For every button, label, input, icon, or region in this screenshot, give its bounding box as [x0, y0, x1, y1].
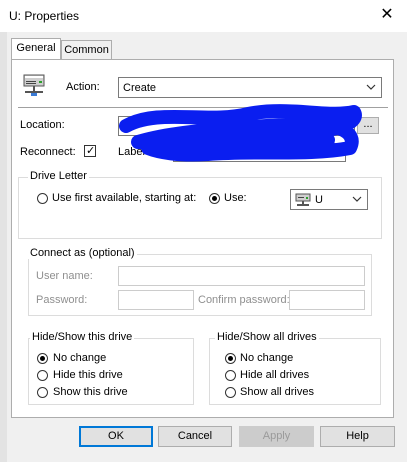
- hide-this-drive-label: Hide this drive: [53, 369, 123, 381]
- checkmark-icon: ✓: [86, 145, 96, 157]
- network-drive-icon: [23, 74, 45, 96]
- first-available-label: Use first available, starting at:: [52, 192, 197, 204]
- help-button[interactable]: Help: [320, 426, 395, 447]
- connect-as-group-label: Connect as (optional): [28, 247, 137, 259]
- password-label: Password:: [36, 294, 88, 306]
- chevron-down-icon: [352, 196, 362, 202]
- window-border: [0, 32, 7, 462]
- use-label: Use:: [224, 192, 247, 204]
- show-all-drives-radio[interactable]: [225, 387, 236, 398]
- drive-no-change-radio[interactable]: [37, 353, 48, 364]
- first-available-radio[interactable]: [37, 193, 48, 204]
- show-all-drives-label: Show all drives: [240, 386, 314, 398]
- use-radio[interactable]: [209, 193, 220, 204]
- drive-letter-value: U: [315, 194, 323, 206]
- properties-dialog: U: Properties ✕ General Common Action: C…: [0, 0, 407, 462]
- action-dropdown[interactable]: Create: [118, 77, 382, 98]
- ok-button[interactable]: OK: [79, 426, 153, 447]
- action-label: Action:: [66, 81, 100, 93]
- hide-all-drives-radio[interactable]: [225, 370, 236, 381]
- window-title: U: Properties: [9, 9, 80, 23]
- confirm-password-input[interactable]: [289, 290, 365, 310]
- close-icon[interactable]: ✕: [378, 5, 396, 25]
- reconnect-checkbox[interactable]: ✓: [84, 145, 96, 157]
- all-no-change-radio[interactable]: [225, 353, 236, 364]
- chevron-down-icon: [366, 84, 376, 90]
- password-input[interactable]: [118, 290, 194, 310]
- drive-icon: [295, 193, 311, 206]
- confirm-password-label: Confirm password:: [198, 294, 290, 306]
- tab-common[interactable]: Common: [61, 40, 112, 60]
- username-input[interactable]: [118, 266, 365, 286]
- location-label: Location:: [20, 119, 65, 131]
- action-value: Create: [123, 82, 157, 94]
- show-this-drive-label: Show this drive: [53, 386, 128, 398]
- cancel-button[interactable]: Cancel: [158, 426, 232, 447]
- show-this-drive-radio[interactable]: [37, 387, 48, 398]
- hide-all-drives-label: Hide all drives: [240, 369, 310, 381]
- hide-show-drive-group-label: Hide/Show this drive: [30, 331, 135, 343]
- apply-button[interactable]: Apply: [239, 426, 314, 447]
- reconnect-label: Reconnect:: [20, 146, 76, 158]
- drive-letter-group-label: Drive Letter: [28, 170, 89, 182]
- drive-letter-dropdown[interactable]: U: [290, 189, 368, 210]
- hide-show-all-group-label: Hide/Show all drives: [215, 331, 319, 343]
- redaction-scribble: [119, 104, 362, 162]
- username-label: User name:: [36, 270, 93, 282]
- tab-general[interactable]: General: [11, 38, 61, 60]
- drive-no-change-label: No change: [53, 352, 107, 364]
- all-no-change-label: No change: [240, 352, 294, 364]
- hide-this-drive-radio[interactable]: [37, 370, 48, 381]
